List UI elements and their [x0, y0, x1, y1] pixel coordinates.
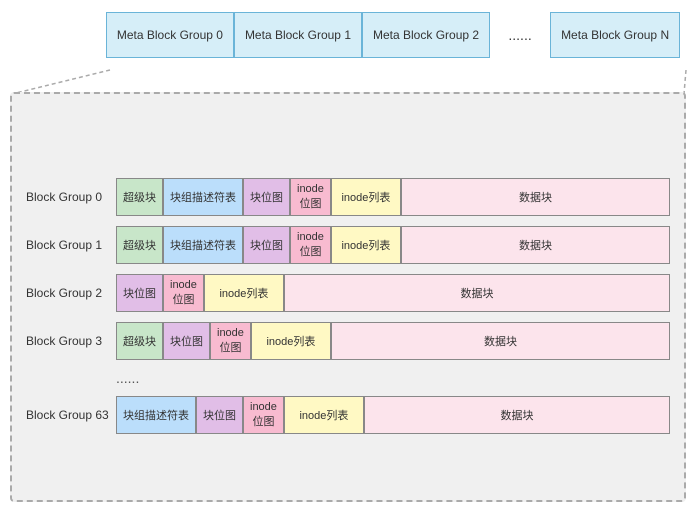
cell-inode-list-3: inode列表	[251, 322, 331, 360]
meta-block-ellipsis-label: ......	[508, 27, 531, 43]
cell-inode-list-1: inode列表	[331, 226, 401, 264]
cell-data-0: 数据块	[401, 178, 670, 216]
meta-block-0-label: Meta Block Group 0	[117, 28, 223, 42]
cell-inode-map-3: inode位图	[210, 322, 251, 360]
cell-superblock-0: 超级块	[116, 178, 163, 216]
cell-data-63: 数据块	[364, 396, 670, 434]
cell-bitmap-1: 块位图	[243, 226, 290, 264]
cell-inode-map-63: inode位图	[243, 396, 284, 434]
meta-block-1: Meta Block Group 1	[234, 12, 362, 58]
cell-bitmap-2: 块位图	[116, 274, 163, 312]
meta-block-0: Meta Block Group 0	[106, 12, 234, 58]
cell-inode-list-63: inode列表	[284, 396, 364, 434]
block-group-2-cells: 块位图 inode位图 inode列表 数据块	[116, 274, 670, 312]
cell-inode-map-1: inode位图	[290, 226, 331, 264]
block-group-3-cells: 超级块 块位图 inode位图 inode列表 数据块	[116, 322, 670, 360]
cell-superblock-1: 超级块	[116, 226, 163, 264]
meta-block-ellipsis: ......	[490, 12, 550, 58]
cell-inode-list-0: inode列表	[331, 178, 401, 216]
meta-block-2-label: Meta Block Group 2	[373, 28, 479, 42]
cell-data-1: 数据块	[401, 226, 670, 264]
cell-data-3: 数据块	[331, 322, 670, 360]
meta-block-n: Meta Block Group N	[550, 12, 680, 58]
cell-inode-map-2: inode位图	[163, 274, 204, 312]
cell-bitmap-3: 块位图	[163, 322, 210, 360]
block-group-63-cells: 块组描述符表 块位图 inode位图 inode列表 数据块	[116, 396, 670, 434]
cell-blockdesc-63: 块组描述符表	[116, 396, 196, 434]
ellipsis-row: ......	[26, 370, 670, 386]
cell-inode-list-2: inode列表	[204, 274, 284, 312]
cell-blockdesc-1: 块组描述符表	[163, 226, 243, 264]
block-group-row-0: Block Group 0 超级块 块组描述符表 块位图 inode位图 ino…	[26, 178, 670, 216]
cell-bitmap-63: 块位图	[196, 396, 243, 434]
cell-blockdesc-0: 块组描述符表	[163, 178, 243, 216]
block-groups-inner: Block Group 0 超级块 块组描述符表 块位图 inode位图 ino…	[26, 178, 670, 486]
block-group-1-label: Block Group 1	[26, 238, 116, 252]
block-group-63-label: Block Group 63	[26, 408, 116, 422]
ellipsis-label: ......	[116, 370, 139, 386]
cell-inode-map-0: inode位图	[290, 178, 331, 216]
meta-block-n-label: Meta Block Group N	[561, 28, 669, 42]
cell-data-2: 数据块	[284, 274, 670, 312]
block-group-0-label: Block Group 0	[26, 190, 116, 204]
block-groups-container: Block Group 0 超级块 块组描述符表 块位图 inode位图 ino…	[10, 92, 686, 502]
block-group-2-label: Block Group 2	[26, 286, 116, 300]
meta-block-2: Meta Block Group 2	[362, 12, 490, 58]
block-group-row-63: Block Group 63 块组描述符表 块位图 inode位图 inode列…	[26, 396, 670, 434]
block-group-row-1: Block Group 1 超级块 块组描述符表 块位图 inode位图 ino…	[26, 226, 670, 264]
cell-bitmap-0: 块位图	[243, 178, 290, 216]
block-group-1-cells: 超级块 块组描述符表 块位图 inode位图 inode列表 数据块	[116, 226, 670, 264]
block-group-row-3: Block Group 3 超级块 块位图 inode位图 inode列表 数据…	[26, 322, 670, 360]
block-group-row-2: Block Group 2 块位图 inode位图 inode列表 数据块	[26, 274, 670, 312]
meta-block-groups-row: Meta Block Group 0 Meta Block Group 1 Me…	[100, 12, 686, 58]
block-group-0-cells: 超级块 块组描述符表 块位图 inode位图 inode列表 数据块	[116, 178, 670, 216]
cell-superblock-3: 超级块	[116, 322, 163, 360]
block-group-3-label: Block Group 3	[26, 334, 116, 348]
meta-block-1-label: Meta Block Group 1	[245, 28, 351, 42]
